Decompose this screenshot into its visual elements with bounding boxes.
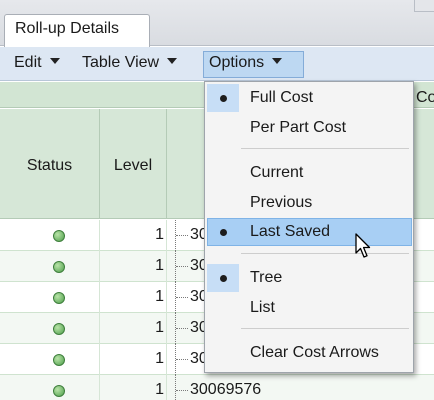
menu-separator bbox=[241, 328, 409, 329]
tab-rollup-details[interactable]: Roll-up Details bbox=[4, 14, 150, 47]
menu-item-full-cost[interactable]: Full Cost bbox=[207, 84, 412, 112]
tree-connector bbox=[175, 375, 176, 400]
row-level: 1 bbox=[155, 288, 164, 305]
status-ok-icon bbox=[53, 354, 65, 366]
row-level: 1 bbox=[155, 350, 164, 367]
chevron-down-icon bbox=[167, 58, 178, 64]
menu-item-label: Previous bbox=[250, 194, 313, 211]
status-header-label: Status bbox=[26, 157, 73, 174]
options-menu-label: Options bbox=[209, 54, 265, 71]
tree-branch bbox=[176, 328, 188, 329]
status-ok-icon bbox=[53, 261, 65, 273]
tab-strip: Roll-up Details bbox=[0, 0, 434, 47]
mouse-pointer-icon bbox=[355, 233, 371, 258]
menu-item-label: Tree bbox=[250, 269, 283, 286]
row-level: 1 bbox=[155, 257, 164, 274]
chevron-down-icon bbox=[272, 58, 283, 64]
tree-branch bbox=[176, 390, 188, 391]
menu-separator bbox=[241, 148, 409, 149]
checked-indicator bbox=[207, 218, 239, 246]
menu-item-clear-cost-arrows[interactable]: Clear Cost Arrows bbox=[207, 339, 412, 367]
column-header-cost[interactable]: Co bbox=[416, 89, 434, 107]
status-ok-icon bbox=[53, 385, 65, 397]
menubar: Edit Table View Options bbox=[0, 47, 434, 81]
table-row[interactable]: 1 30069576 bbox=[0, 375, 434, 400]
menu-item-label: Per Part Cost bbox=[250, 119, 347, 136]
row-level: 1 bbox=[155, 226, 164, 243]
menu-item-label: Clear Cost Arrows bbox=[250, 344, 379, 361]
menu-item-label: Full Cost bbox=[250, 89, 314, 106]
tree-branch bbox=[176, 235, 188, 236]
edit-menu-label: Edit bbox=[14, 54, 42, 71]
menu-item-list[interactable]: List bbox=[207, 294, 412, 322]
row-level: 1 bbox=[155, 319, 164, 336]
row-level: 1 bbox=[155, 381, 164, 398]
status-ok-icon bbox=[53, 323, 65, 335]
options-dropdown: Full Cost Per Part Cost Current Previous… bbox=[204, 81, 414, 373]
radio-bullet-icon bbox=[220, 229, 227, 236]
tree-branch bbox=[176, 266, 188, 267]
status-ok-icon bbox=[53, 230, 65, 242]
column-header-status[interactable]: Status bbox=[0, 109, 100, 219]
options-menu[interactable]: Options bbox=[203, 51, 304, 78]
tree-branch bbox=[176, 359, 188, 360]
level-header-label: Level bbox=[113, 157, 153, 174]
table-view-menu-label: Table View bbox=[82, 54, 160, 71]
menu-item-label: List bbox=[250, 299, 275, 316]
menu-item-tree[interactable]: Tree bbox=[207, 264, 412, 292]
row-part-number: 30069576 bbox=[190, 381, 262, 398]
status-ok-icon bbox=[53, 292, 65, 304]
tree-branch bbox=[176, 297, 188, 298]
menu-item-previous[interactable]: Previous bbox=[207, 189, 412, 217]
menu-item-label: Current bbox=[250, 164, 304, 181]
menu-item-current[interactable]: Current bbox=[207, 159, 412, 187]
tab-label: Roll-up Details bbox=[15, 20, 120, 37]
menu-item-per-part-cost[interactable]: Per Part Cost bbox=[207, 114, 412, 142]
column-header-level[interactable]: Level bbox=[100, 109, 167, 219]
menu-item-label: Last Saved bbox=[250, 223, 331, 240]
chevron-down-icon bbox=[49, 58, 60, 64]
menu-separator bbox=[241, 253, 409, 254]
table-view-menu[interactable]: Table View bbox=[76, 51, 183, 78]
edit-menu[interactable]: Edit bbox=[8, 51, 66, 78]
window-control[interactable] bbox=[414, 0, 434, 12]
